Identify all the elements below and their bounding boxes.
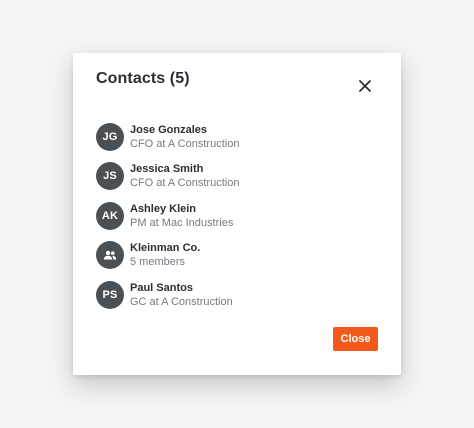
contact-item[interactable]: Kleinman Co. 5 members	[96, 236, 376, 276]
contact-name: Kleinman Co.	[130, 242, 201, 255]
contact-text: Paul Santos GC at A Construction	[130, 281, 233, 309]
contacts-dialog: Contacts (5) JG Jose Gonzales CFO at A C…	[73, 53, 401, 375]
contact-list: JG Jose Gonzales CFO at A Construction J…	[96, 117, 376, 315]
group-icon	[103, 251, 117, 260]
contact-text: Kleinman Co. 5 members	[130, 241, 200, 269]
contact-text: Ashley Klein PM at Mac Industries	[130, 202, 233, 230]
contact-name: Jose Gonzales	[130, 123, 208, 136]
avatar: JG	[96, 122, 124, 151]
contact-item[interactable]: PS Paul Santos GC at A Construction	[96, 275, 376, 315]
contact-item[interactable]: JG Jose Gonzales CFO at A Construction	[96, 117, 376, 157]
contact-text: Jessica Smith CFO at A Construction	[130, 162, 239, 190]
contact-subtitle: CFO at A Construction	[130, 137, 240, 150]
contact-subtitle: GC at A Construction	[130, 295, 233, 308]
contact-item[interactable]: AK Ashley Klein PM at Mac Industries	[96, 196, 376, 236]
contact-subtitle: PM at Mac Industries	[130, 216, 234, 229]
dialog-title: Contacts (5)	[96, 70, 190, 87]
contact-text: Jose Gonzales CFO at A Construction	[130, 123, 239, 151]
contact-name: Jessica Smith	[130, 163, 204, 176]
contact-name: Paul Santos	[130, 281, 193, 294]
contact-item[interactable]: JS Jessica Smith CFO at A Construction	[96, 157, 376, 197]
contact-subtitle: 5 members	[130, 256, 186, 269]
avatar: PS	[96, 280, 124, 309]
contact-subtitle: CFO at A Construction	[130, 177, 240, 190]
close-icon[interactable]	[354, 75, 376, 97]
avatar: AK	[96, 201, 124, 230]
avatar	[96, 241, 124, 270]
contact-name: Ashley Klein	[130, 202, 197, 215]
avatar: JS	[96, 162, 124, 191]
close-button[interactable]: Close	[333, 327, 378, 351]
